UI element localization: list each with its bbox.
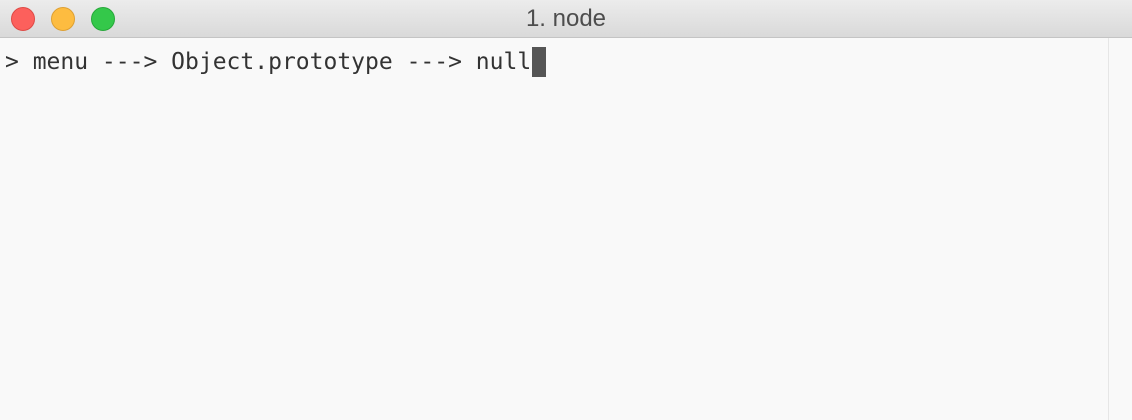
- title-bar[interactable]: 1. node: [0, 0, 1132, 38]
- terminal-line: > menu ---> Object.prototype ---> null: [5, 46, 547, 78]
- scrollbar[interactable]: [1108, 38, 1132, 420]
- window-title: 1. node: [525, 5, 607, 32]
- terminal-window: 1. node > menu ---> Object.prototype ---…: [0, 0, 1132, 420]
- terminal-output[interactable]: > menu ---> Object.prototype ---> null: [0, 38, 1108, 420]
- terminal-line-text: > menu ---> Object.prototype ---> null: [5, 49, 532, 75]
- text-cursor: [532, 47, 547, 77]
